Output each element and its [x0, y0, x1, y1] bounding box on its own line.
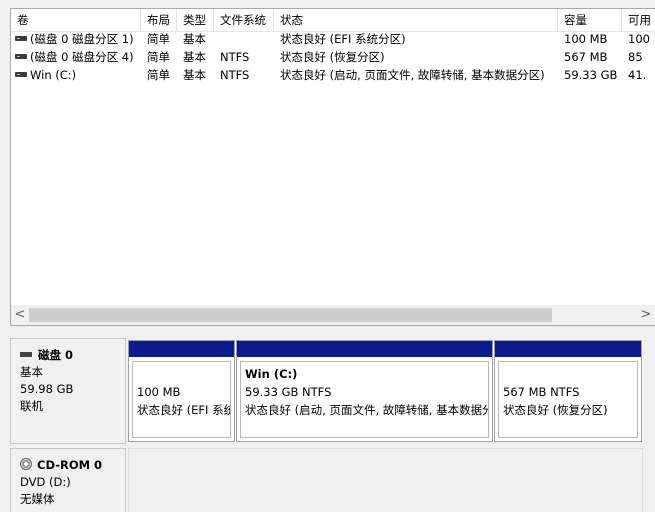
volume-free: 85	[628, 50, 643, 64]
partition-name	[137, 365, 230, 383]
cd-rom-icon	[20, 457, 32, 470]
volume-row[interactable]: Win (C:) 简单 基本 NTFS 状态良好 (启动, 页面文件, 故障转储…	[11, 66, 655, 84]
partition-size: 59.33 GB NTFS	[245, 385, 332, 399]
disk0-type: 基本	[20, 365, 43, 379]
volume-row[interactable]: (磁盘 0 磁盘分区 4) 简单 基本 NTFS 状态良好 (恢复分区) 567…	[11, 48, 655, 66]
volume-name-cell: Win (C:)	[11, 66, 141, 84]
scroll-left-arrow-icon[interactable]: <	[11, 305, 29, 325]
volume-name-cell: (磁盘 0 磁盘分区 4)	[11, 48, 141, 66]
volume-name-cell: (磁盘 0 磁盘分区 1)	[11, 30, 141, 48]
volume-name: (磁盘 0 磁盘分区 4)	[30, 50, 134, 64]
volume-status: 状态良好 (恢复分区)	[280, 50, 385, 64]
hard-disk-icon	[20, 352, 32, 357]
partition-status: 状态良好 (EFI 系统分区)	[137, 403, 230, 417]
volume-list-header: 卷 布局 类型 文件系统 状态 容量 可用	[11, 9, 655, 32]
column-header-volume[interactable]: 卷	[11, 9, 141, 31]
disk0-status: 联机	[20, 399, 43, 413]
cdrom0-drive: DVD (D:)	[20, 475, 71, 489]
partition-size: 567 MB NTFS	[503, 385, 580, 399]
partition-name: Win (C:)	[245, 367, 298, 381]
disk0-title: 磁盘 0	[38, 348, 74, 362]
disk0-title-row: 磁盘 0	[20, 347, 125, 364]
partition-status: 状态良好 (启动, 页面文件, 故障转储, 基本数据分区)	[245, 403, 489, 417]
partition-header-bar	[237, 341, 492, 357]
partition-recovery[interactable]: 567 MB NTFS 状态良好 (恢复分区)	[494, 340, 642, 442]
volume-name: (磁盘 0 磁盘分区 1)	[30, 32, 134, 46]
volume-status: 状态良好 (EFI 系统分区)	[280, 32, 406, 46]
partition-status: 状态良好 (恢复分区)	[503, 403, 608, 417]
volume-type: 基本	[183, 32, 206, 46]
volume-capacity: 59.33 GB	[564, 68, 618, 82]
volume-layout: 简单	[147, 68, 170, 82]
cdrom0-title-row: CD-ROM 0	[20, 457, 125, 474]
volume-filesystem: NTFS	[220, 68, 250, 82]
partition-header-bar	[129, 341, 234, 357]
volume-filesystem	[214, 30, 274, 48]
horizontal-scrollbar[interactable]: < >	[11, 305, 655, 325]
column-header-type[interactable]: 类型	[177, 9, 214, 31]
disk0-size: 59.98 GB	[20, 382, 74, 396]
volume-free: 41.	[628, 68, 647, 82]
volume-list[interactable]: 卷 布局 类型 文件系统 状态 容量 可用 (磁盘 0 磁盘分区 1) 简单 基…	[10, 8, 655, 326]
disk0-partition-map: 100 MB 状态良好 (EFI 系统分区) Win (C:) 59.33 GB…	[128, 340, 643, 442]
disk-volume-icon	[15, 36, 27, 41]
column-header-free[interactable]: 可用	[622, 9, 655, 31]
cdrom0-info[interactable]: CD-ROM 0 DVD (D:) 无媒体	[10, 448, 126, 512]
volume-name: Win (C:)	[30, 68, 77, 82]
partition-body: Win (C:) 59.33 GB NTFS 状态良好 (启动, 页面文件, 故…	[240, 361, 489, 438]
column-header-layout[interactable]: 布局	[141, 9, 177, 31]
partition-name	[503, 365, 637, 383]
partition-efi[interactable]: 100 MB 状态良好 (EFI 系统分区)	[128, 340, 235, 442]
volume-layout: 简单	[147, 32, 170, 46]
column-header-filesystem[interactable]: 文件系统	[214, 9, 274, 31]
volume-layout: 简单	[147, 50, 170, 64]
cdrom0-title: CD-ROM 0	[37, 458, 103, 472]
column-header-capacity[interactable]: 容量	[558, 9, 622, 31]
scroll-right-arrow-icon[interactable]: >	[637, 305, 655, 325]
partition-body: 100 MB 状态良好 (EFI 系统分区)	[132, 361, 231, 438]
volume-free: 100	[628, 32, 650, 46]
partition-size: 100 MB	[137, 385, 181, 399]
partition-body: 567 MB NTFS 状态良好 (恢复分区)	[498, 361, 638, 438]
volume-capacity: 100 MB	[564, 32, 608, 46]
column-header-status[interactable]: 状态	[274, 9, 558, 31]
scrollbar-thumb[interactable]	[29, 308, 552, 322]
volume-filesystem: NTFS	[220, 50, 250, 64]
partition-header-bar	[495, 341, 641, 357]
volume-row[interactable]: (磁盘 0 磁盘分区 1) 简单 基本 状态良好 (EFI 系统分区) 100 …	[11, 30, 655, 48]
partition-win-c[interactable]: Win (C:) 59.33 GB NTFS 状态良好 (启动, 页面文件, 故…	[236, 340, 493, 442]
disk0-info[interactable]: 磁盘 0 基本 59.98 GB 联机	[10, 338, 126, 444]
cdrom0-media-area[interactable]	[128, 448, 643, 512]
volume-status: 状态良好 (启动, 页面文件, 故障转储, 基本数据分区)	[280, 68, 545, 82]
volume-type: 基本	[183, 50, 206, 64]
disk-volume-icon	[15, 54, 27, 59]
cdrom0-status: 无媒体	[20, 492, 55, 506]
volume-capacity: 567 MB	[564, 50, 608, 64]
disk-volume-icon	[15, 72, 27, 77]
volume-type: 基本	[183, 68, 206, 82]
